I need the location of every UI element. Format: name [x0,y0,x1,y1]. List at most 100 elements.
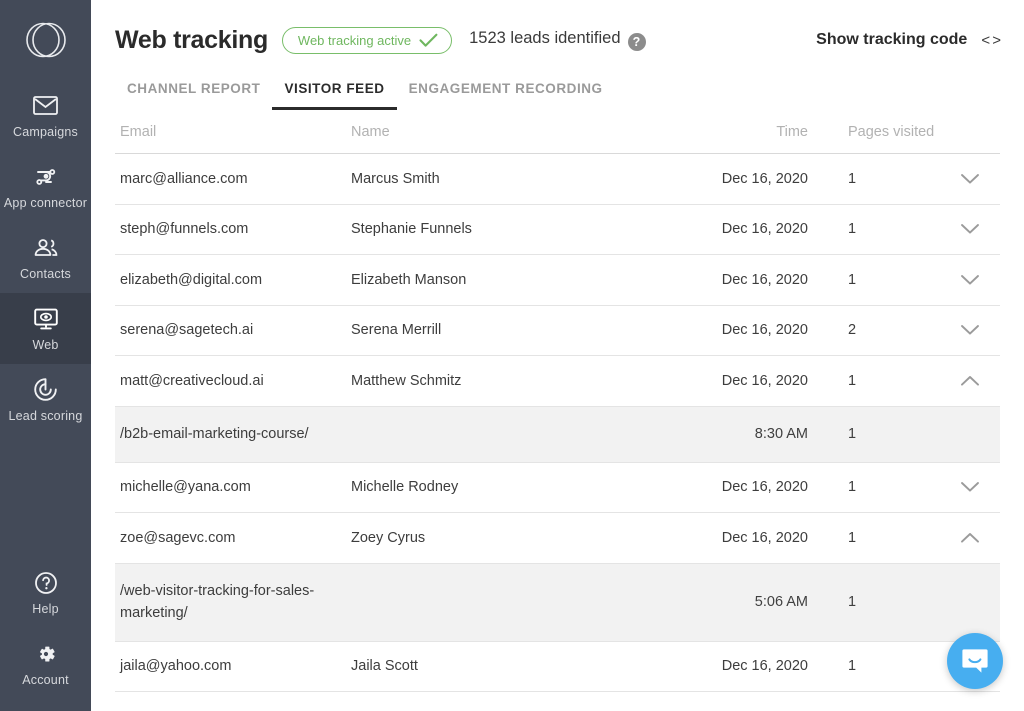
table-detail-row: /b2b-email-marketing-course/ 8:30 AM 1 [115,406,1000,463]
sidebar-primary-nav: Campaigns App connector Contacts Web Lea… [0,80,91,435]
row-expand-toggle[interactable] [956,274,1000,286]
cell-pages: 2 [848,322,857,339]
app-logo[interactable] [0,0,91,80]
chevron-up-icon [961,532,979,543]
cell-page-url: /web-visitor-tracking-for-sales-marketin… [120,582,315,621]
cell-email: matt@creativecloud.ai [120,372,264,389]
people-icon [33,235,59,261]
cell-pages: 1 [848,426,857,442]
visitor-feed-table: Email Name Time Pages visited marc@allia… [91,110,1024,692]
chat-bubble-icon [962,649,988,673]
cell-pages: 1 [848,372,857,389]
table-row[interactable]: jaila@yahoo.com Jaila Scott Dec 16, 2020… [115,642,1000,692]
sidebar-item-campaigns[interactable]: Campaigns [0,80,91,151]
chat-widget-button[interactable] [947,633,1003,689]
status-badge: Web tracking active [281,26,453,54]
envelope-icon [33,93,59,119]
column-header-time: Time [776,123,808,140]
row-expand-toggle[interactable] [956,324,1000,336]
chevron-up-icon [961,375,979,386]
cell-pages: 1 [848,479,857,496]
cell-name: Stephanie Funnels [351,221,472,238]
cell-name: Zoey Cyrus [351,529,426,546]
table-detail-row: /web-visitor-tracking-for-sales-marketin… [115,563,1000,642]
cell-pages: 1 [848,170,857,187]
cell-name: Elizabeth Manson [351,271,467,288]
cell-pages: 1 [848,221,857,238]
cell-name: Matthew Schmitz [351,372,462,389]
cell-time: Dec 16, 2020 [721,170,808,187]
sidebar-item-app-connector[interactable]: App connector [0,151,91,222]
cell-email: steph@funnels.com [120,221,249,238]
table-row[interactable]: marc@alliance.com Marcus Smith Dec 16, 2… [115,154,1000,205]
tab-visitor-feed[interactable]: VISITOR FEED [272,81,397,110]
cell-name: Serena Merrill [351,322,442,339]
chevron-down-icon [961,173,979,184]
sidebar-item-contacts[interactable]: Contacts [0,222,91,293]
chevron-down-icon [961,224,979,234]
show-tracking-code-button[interactable]: Show tracking code < > [816,31,1001,49]
status-badge-label: Web tracking active [297,32,412,48]
cell-email: serena@sagetech.ai [120,322,254,339]
gear-icon [33,641,59,667]
tab-engagement-recording[interactable]: ENGAGEMENT RECORDING [397,81,615,110]
row-expand-toggle[interactable] [956,223,1000,235]
row-expand-toggle[interactable] [956,173,1000,185]
sidebar-item-lead-scoring[interactable]: Lead scoring [0,364,91,435]
cell-time: Dec 16, 2020 [721,372,808,389]
cell-time: 5:06 AM [754,594,808,610]
sidebar-item-account[interactable]: Account [0,628,91,699]
question-circle-icon [33,570,59,596]
chevron-down-icon [961,325,979,335]
main-content: Web tracking Web tracking active 1523 le… [91,0,1024,711]
check-icon [419,33,438,47]
connector-icon [33,164,59,190]
table-header-row: Email Name Time Pages visited [115,110,1000,154]
sidebar-item-help[interactable]: Help [0,557,91,628]
column-header-email: Email [120,123,157,140]
row-expand-toggle[interactable] [956,481,1000,493]
code-icon: < > [981,31,1001,49]
cell-pages: 1 [848,271,857,288]
cell-name: Marcus Smith [351,170,440,187]
page-header: Web tracking Web tracking active 1523 le… [91,0,1024,62]
overlapping-circles-logo-icon [25,22,66,58]
monitor-eye-icon [33,306,59,332]
row-collapse-toggle[interactable] [956,532,1000,544]
sidebar-item-web[interactable]: Web [0,293,91,364]
sidebar-item-label: Help [32,601,59,616]
app-root: Campaigns App connector Contacts Web Lea… [0,0,1024,711]
table-row[interactable]: michelle@yana.com Michelle Rodney Dec 16… [115,463,1000,513]
cell-pages: 1 [848,529,857,546]
cell-time: Dec 16, 2020 [721,271,808,288]
table-row[interactable]: elizabeth@digital.com Elizabeth Manson D… [115,255,1000,306]
column-header-pages: Pages visited [848,123,935,140]
sidebar-item-label: Web [32,337,59,352]
sidebar: Campaigns App connector Contacts Web Lea… [0,0,91,711]
cell-page-url: /b2b-email-marketing-course/ [120,425,309,442]
cell-time: Dec 16, 2020 [721,322,808,339]
sidebar-bottom-nav: Help Account [0,557,91,711]
sidebar-item-label: Account [22,672,69,687]
cell-email: elizabeth@digital.com [120,271,263,288]
tab-channel-report[interactable]: CHANNEL REPORT [115,81,272,110]
sidebar-item-label: Contacts [20,266,71,281]
cell-name: Jaila Scott [351,658,418,675]
table-row[interactable]: zoe@sagevc.com Zoey Cyrus Dec 16, 2020 1 [115,513,1000,564]
help-icon[interactable]: ? [627,33,646,51]
row-collapse-toggle[interactable] [956,375,1000,387]
cell-time: Dec 16, 2020 [721,529,808,546]
cell-pages: 1 [848,658,857,675]
cell-time: Dec 16, 2020 [721,221,808,238]
table-row[interactable]: matt@creativecloud.ai Matthew Schmitz De… [115,356,1000,407]
table-row[interactable]: serena@sagetech.ai Serena Merrill Dec 16… [115,306,1000,356]
cell-email: marc@alliance.com [120,170,248,187]
table-row[interactable]: steph@funnels.com Stephanie Funnels Dec … [115,205,1000,255]
leads-identified-label: 1523 leads identified [469,29,621,47]
cell-email: zoe@sagevc.com [120,529,236,546]
cell-pages: 1 [848,594,857,610]
show-tracking-code-label: Show tracking code [816,31,968,48]
cell-email: michelle@yana.com [120,479,251,496]
sidebar-item-label: App connector [3,195,88,210]
cell-time: 8:30 AM [754,426,808,442]
